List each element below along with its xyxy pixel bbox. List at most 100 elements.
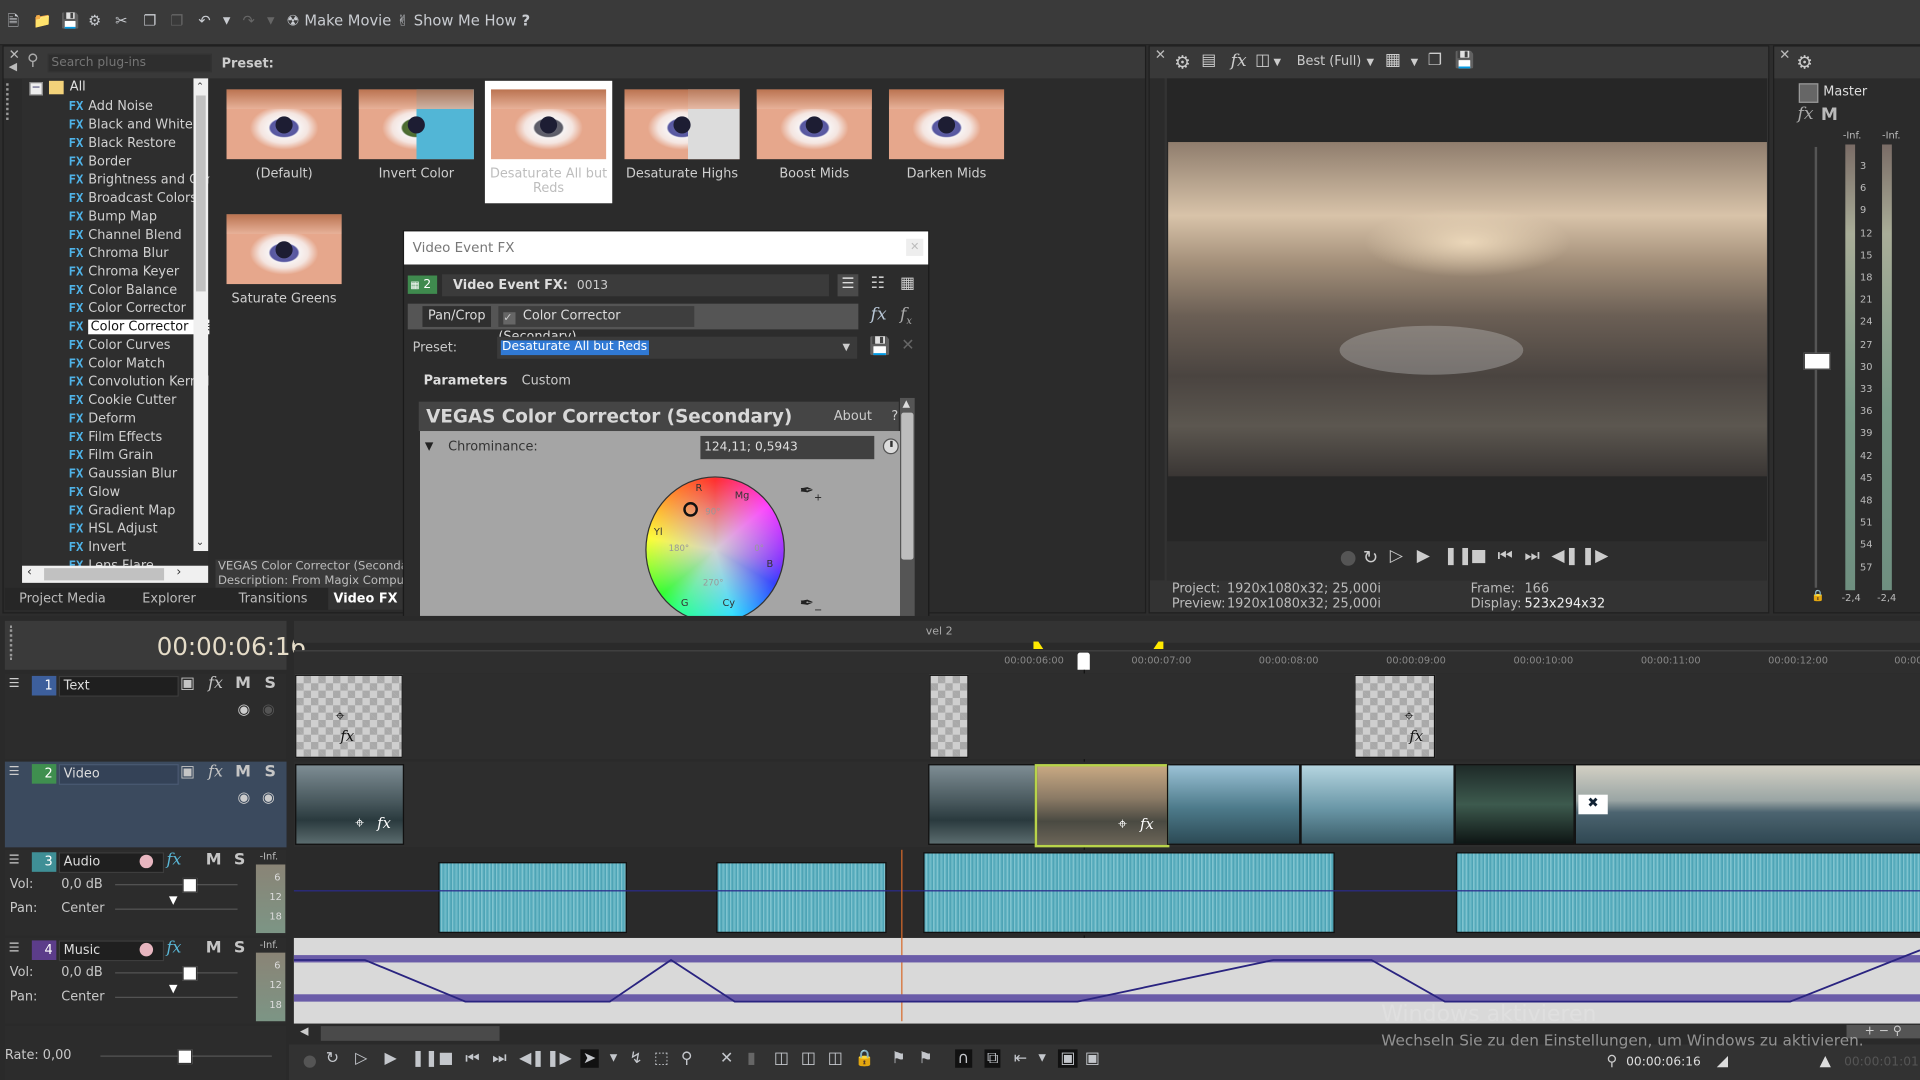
- transition-icon[interactable]: ✖: [1578, 794, 1608, 815]
- settings-icon[interactable]: ⚙: [88, 10, 101, 32]
- close-icon[interactable]: ✕: [9, 48, 20, 61]
- split-icon[interactable]: ◫: [828, 1049, 843, 1067]
- zoom-tool-icon[interactable]: ⚲: [681, 1049, 693, 1067]
- volume-slider[interactable]: [115, 884, 238, 886]
- pause-icon[interactable]: ❚❚: [411, 1049, 438, 1067]
- close-icon[interactable]: ✕: [1155, 48, 1166, 61]
- plugin-item[interactable]: FX Chroma Keyer: [69, 263, 210, 281]
- chrominance-target-handle[interactable]: [683, 502, 698, 517]
- plugin-item[interactable]: FX Black and White: [69, 116, 210, 134]
- collapse-node-icon[interactable]: −: [29, 82, 43, 96]
- video-event[interactable]: [1300, 764, 1455, 845]
- drag-handle[interactable]: [9, 625, 16, 661]
- record-button[interactable]: [303, 1055, 316, 1068]
- tab-parameters[interactable]: Parameters: [424, 373, 508, 388]
- next-frame-icon[interactable]: ❚▶: [546, 1049, 572, 1067]
- new-icon[interactable]: 🗎: [7, 10, 19, 32]
- copy-snapshot-icon[interactable]: ❐: [1428, 51, 1442, 69]
- pan-slider[interactable]: [115, 996, 238, 998]
- quality-dropdown-icon[interactable]: ▼: [1367, 56, 1375, 67]
- event-fx-icon[interactable]: fx: [377, 814, 391, 831]
- collapse-triangle-icon[interactable]: ▼: [425, 441, 433, 453]
- eyedropper-subtract-icon[interactable]: ✒−: [800, 594, 823, 616]
- normal-edit-tool-icon[interactable]: ➤: [580, 1049, 599, 1068]
- track-header-music[interactable]: ☰ 4 Music fx M S Vol: 0,0 dB Pan: Center…: [4, 937, 287, 1024]
- tab-explorer[interactable]: Explorer: [120, 588, 218, 610]
- scroll-thumb[interactable]: [195, 95, 206, 292]
- about-link[interactable]: About: [834, 409, 872, 424]
- scroll-down-icon[interactable]: ⌄: [196, 536, 204, 547]
- play-icon[interactable]: ▶: [1417, 546, 1430, 566]
- track-minimize-icon[interactable]: ☰: [9, 942, 20, 955]
- loop-end-marker[interactable]: [1153, 641, 1164, 649]
- plugin-item[interactable]: FX Color Corrector: [69, 300, 210, 318]
- volume-slider-handle[interactable]: [182, 877, 198, 893]
- compositing-mode-icon[interactable]: ◉: [238, 789, 251, 806]
- show-me-how-button[interactable]: ✌ Show Me How: [397, 10, 517, 32]
- undo-dropdown-icon[interactable]: ▼: [223, 10, 231, 32]
- text-event[interactable]: [929, 674, 969, 758]
- text-event[interactable]: ⌖ fx: [295, 674, 403, 758]
- video-event[interactable]: ✖: [1574, 764, 1920, 845]
- external-monitor-icon[interactable]: ▤: [1201, 51, 1216, 69]
- stop-icon[interactable]: ■: [438, 1049, 453, 1067]
- pan-crop-icon[interactable]: ⌖: [1404, 708, 1413, 726]
- trim-end-icon[interactable]: ◫: [801, 1049, 816, 1067]
- audio-event[interactable]: [716, 862, 887, 934]
- lock-envelopes-icon[interactable]: ▣: [1057, 1049, 1078, 1068]
- video-output-fx-icon[interactable]: fx: [1231, 51, 1247, 71]
- track-fx-button[interactable]: fx: [167, 851, 182, 869]
- split-dropdown-icon[interactable]: ▼: [1273, 56, 1281, 67]
- plugin-item[interactable]: FX Color Curves: [69, 337, 210, 355]
- scroll-left-icon[interactable]: ◀: [300, 1026, 308, 1038]
- layout-single-icon[interactable]: ☰: [837, 274, 859, 297]
- audio-volume-envelope[interactable]: [293, 890, 1920, 892]
- preset-item[interactable]: Saturate Greens: [220, 206, 347, 316]
- rate-slider-handle[interactable]: [177, 1049, 193, 1065]
- track-fx-button[interactable]: fx: [208, 675, 223, 693]
- tab-project-media[interactable]: Project Media: [5, 588, 120, 610]
- loop-playback-icon[interactable]: ↻: [1363, 546, 1378, 568]
- video-event-selected[interactable]: ⌖ fx: [1034, 764, 1170, 848]
- delete-icon[interactable]: ✕: [720, 1049, 733, 1067]
- plugin-item[interactable]: FX Film Grain: [69, 447, 210, 465]
- arm-record-button[interactable]: [139, 942, 154, 957]
- split-screen-icon[interactable]: ◫: [1255, 51, 1270, 69]
- plugin-item[interactable]: FX Brightness and Contrast: [69, 171, 210, 189]
- help-icon[interactable]: ?: [522, 10, 531, 32]
- go-to-end-icon[interactable]: ⏭: [1524, 546, 1539, 566]
- plugin-item[interactable]: FX Glow: [69, 484, 210, 502]
- parent-child-icon[interactable]: ◉: [262, 700, 275, 717]
- master-monitor-icon[interactable]: [1798, 83, 1819, 103]
- plugin-item[interactable]: FX Broadcast Colors: [69, 190, 210, 208]
- playhead-handle[interactable]: [1077, 652, 1090, 670]
- layout-grid-icon[interactable]: ☷: [871, 274, 885, 292]
- preview-quality-dropdown[interactable]: Best (Full): [1297, 54, 1362, 69]
- track-name-field[interactable]: Text: [58, 675, 179, 697]
- track-name-field[interactable]: Video: [58, 764, 179, 785]
- scroll-up-icon[interactable]: ⌃: [196, 81, 204, 92]
- preset-item[interactable]: Boost Mids: [751, 81, 878, 191]
- tree-root-all[interactable]: All: [70, 80, 86, 95]
- collapse-icon[interactable]: ◀: [9, 61, 17, 73]
- preset-item[interactable]: Darken Mids: [883, 81, 1010, 191]
- save-preset-icon[interactable]: 💾: [869, 337, 890, 357]
- mute-button[interactable]: M: [235, 763, 251, 781]
- preset-item[interactable]: Desaturate Highs: [618, 81, 745, 191]
- dialog-close-button[interactable]: ✕: [906, 238, 924, 256]
- chrominance-value-field[interactable]: 124,11; 0,5943: [700, 435, 875, 460]
- scroll-left-icon[interactable]: ‹: [27, 566, 32, 579]
- plugin-item[interactable]: FX Black Restore: [69, 135, 210, 153]
- loop-playback-icon[interactable]: ↻: [326, 1049, 339, 1067]
- parent-child-icon[interactable]: ◉: [262, 789, 275, 806]
- plugin-chain-icon[interactable]: fx: [871, 305, 887, 325]
- track-minimize-icon[interactable]: ☰: [9, 677, 20, 690]
- envelope-tool-icon[interactable]: ↯: [629, 1049, 642, 1067]
- plugin-item[interactable]: FX Invert: [69, 539, 210, 557]
- lock-icon[interactable]: 🔒: [1811, 590, 1825, 602]
- open-icon[interactable]: 📁: [33, 10, 51, 32]
- remove-plugin-icon[interactable]: fx: [900, 305, 912, 327]
- track-minimize-icon[interactable]: ☰: [9, 765, 20, 778]
- go-to-start-icon[interactable]: ⏮: [465, 1049, 479, 1067]
- plugin-item[interactable]: FX Color Balance: [69, 282, 210, 300]
